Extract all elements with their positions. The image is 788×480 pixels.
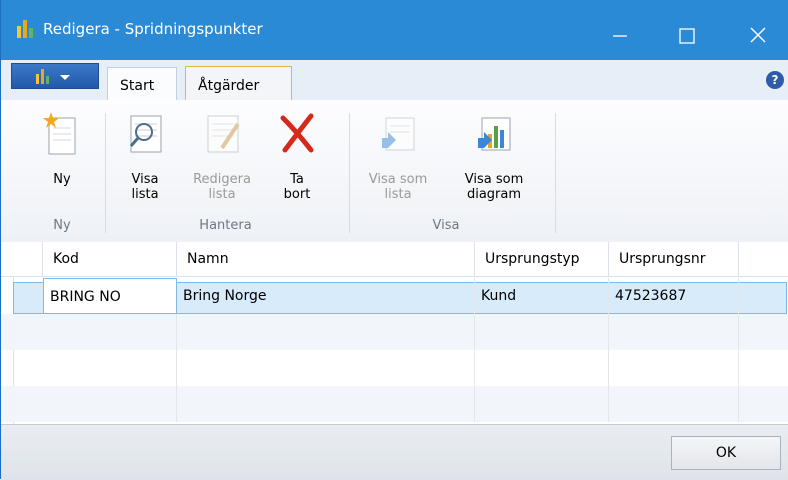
cell-ursprungsnr[interactable]: 47523687	[609, 278, 739, 314]
help-icon[interactable]: ?	[766, 71, 784, 89]
cell-empty[interactable]	[609, 386, 739, 422]
column-header-ursprungsnr[interactable]: Ursprungsnr	[609, 242, 739, 276]
view-list-button[interactable]: Visa lista	[118, 106, 172, 202]
group-label-hantera: Hantera	[199, 218, 252, 233]
cell-empty[interactable]	[177, 314, 475, 350]
new-document-icon	[43, 112, 76, 155]
show-as-chart-button[interactable]: Visa som diagram	[449, 106, 539, 202]
tab-atgarder[interactable]: Åtgärder	[185, 66, 292, 100]
show-as-list-button[interactable]: Visa som lista	[353, 106, 443, 202]
column-header-namn[interactable]: Namn	[177, 242, 475, 276]
cell-empty[interactable]	[475, 314, 609, 350]
title-bar: Redigera - Spridningspunkter	[1, 0, 788, 60]
column-header-kod[interactable]: Kod	[43, 242, 177, 276]
maximize-icon	[679, 28, 695, 44]
delete-icon	[280, 113, 314, 153]
table-row[interactable]	[1, 350, 788, 386]
group-separator	[105, 113, 106, 233]
new-button-label: Ny	[53, 172, 71, 187]
table-row[interactable]: BRING NO Bring Norge Kund 47523687	[1, 278, 788, 314]
minimize-button[interactable]	[593, 0, 649, 60]
cell-ursprungstyp[interactable]: Kund	[475, 278, 609, 314]
view-list-label-text: Visa lista	[131, 172, 159, 202]
edit-list-label: Redigera lista	[193, 172, 251, 202]
delete-label: Ta bort	[283, 172, 311, 202]
application-menu-button[interactable]	[11, 63, 99, 89]
cell-namn[interactable]: Bring Norge	[177, 278, 475, 314]
show-as-list-icon	[382, 117, 415, 151]
cell-empty[interactable]	[43, 386, 177, 422]
cell-empty[interactable]	[609, 314, 739, 350]
dialog-footer	[1, 424, 788, 480]
edit-list-icon	[207, 115, 240, 153]
dialog-window: Redigera - Spridningspunkter Start Åtgär…	[0, 0, 788, 480]
cell-empty[interactable]	[475, 386, 609, 422]
close-icon	[750, 27, 766, 43]
tab-start[interactable]: Start	[107, 67, 177, 101]
cell-empty[interactable]	[475, 350, 609, 386]
header-gutter	[1, 242, 43, 276]
maximize-button[interactable]	[659, 0, 715, 60]
app-logo-icon	[17, 20, 33, 38]
cell-empty[interactable]	[177, 350, 475, 386]
view-list-icon	[129, 115, 162, 153]
show-as-chart-icon	[478, 117, 511, 151]
window-title: Redigera - Spridningspunkter	[43, 20, 263, 38]
group-separator	[349, 113, 350, 233]
table-row[interactable]	[1, 386, 788, 422]
group-separator	[555, 113, 556, 233]
minimize-icon	[613, 35, 627, 37]
cell-kod[interactable]: BRING NO	[43, 278, 177, 314]
tab-atgarder-label: Åtgärder	[198, 78, 260, 94]
cell-empty[interactable]	[43, 350, 177, 386]
show-as-chart-label: Visa som diagram	[464, 172, 524, 202]
table-row[interactable]	[1, 314, 788, 350]
cell-empty[interactable]	[609, 350, 739, 386]
cell-empty[interactable]	[43, 314, 177, 350]
tab-start-label: Start	[120, 78, 155, 94]
cell-empty[interactable]	[177, 386, 475, 422]
edit-list-button[interactable]: Redigera lista	[187, 106, 257, 202]
show-as-list-label: Visa som lista	[368, 172, 428, 202]
view-list-label: Visa lista	[118, 172, 172, 202]
group-label-ny: Ny	[53, 218, 71, 233]
close-button[interactable]	[729, 0, 785, 60]
group-label-visa: Visa	[432, 218, 460, 233]
column-header-ursprungstyp[interactable]: Ursprungstyp	[475, 242, 609, 276]
new-button[interactable]: Ny	[37, 106, 87, 196]
data-grid: Kod Namn Ursprungstyp Ursprungsnr BRING …	[1, 242, 788, 424]
ok-button[interactable]: OK	[671, 436, 781, 470]
delete-button[interactable]: Ta bort	[273, 106, 321, 202]
app-menu-logo-icon	[36, 69, 70, 84]
grid-header: Kod Namn Ursprungstyp Ursprungsnr	[1, 242, 788, 277]
